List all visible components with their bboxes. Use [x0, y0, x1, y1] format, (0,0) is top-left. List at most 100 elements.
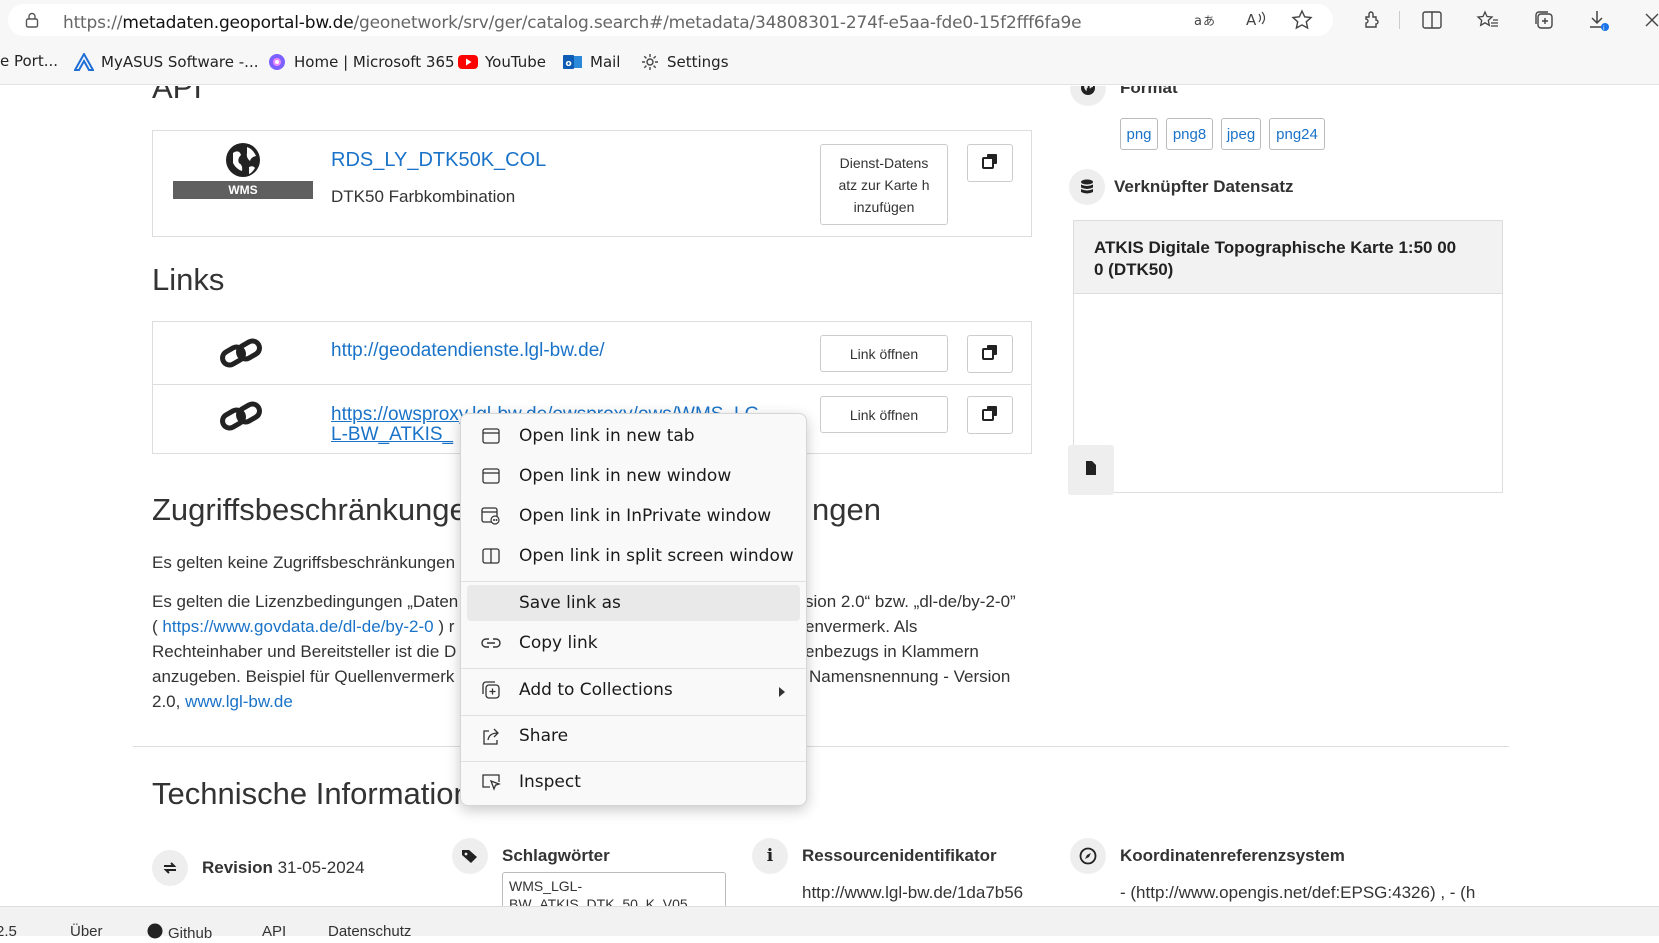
chain-link-icon [219, 336, 263, 375]
favorite-settings[interactable]: Settings [640, 52, 729, 72]
menu-item-label: Inspect [519, 772, 581, 792]
menu-item-inspect[interactable]: Inspect [467, 764, 800, 800]
revision-value: 31-05-2024 [277, 858, 365, 877]
service-title-link[interactable]: RDS_LY_DTK50K_COL [331, 149, 546, 172]
menu-item-add-to-collections[interactable]: Add to Collections [467, 672, 800, 708]
copy-button[interactable] [967, 144, 1013, 182]
github-icon [147, 923, 163, 943]
collections-add-icon [479, 678, 503, 702]
menu-item-label: Add to Collections [519, 680, 673, 700]
page-content: API WMS RDS_LY_DTK50K_COL DTK50 Farbkomb… [0, 86, 1659, 906]
linked-dataset-line: 0 (DTK50) [1094, 260, 1174, 279]
no-access-restrictions-link[interactable]: Es gelten keine Zugriffsbeschränkungen [152, 553, 455, 573]
menu-item-label: Share [519, 726, 569, 746]
link-url[interactable]: http://geodatendienste.lgl-bw.de/ [331, 340, 605, 362]
license-text-line: ( https://www.govdata.de/dl-de/by-2-0 ) … [152, 617, 454, 637]
footer-about-link[interactable]: Über [70, 923, 103, 940]
keyword-line: BW_ATKIS_DTK_50_K_V05 [509, 896, 688, 906]
new-window-icon [479, 464, 503, 488]
license-text-line: envermerk. Als [805, 617, 918, 636]
footer-privacy-link[interactable]: Datenschutz [328, 923, 411, 940]
collections-icon[interactable] [1532, 8, 1556, 32]
favorite-star-icon[interactable] [1290, 8, 1314, 32]
license-text-line: 2.0, www.lgl-bw.de [152, 692, 293, 712]
myasus-icon [74, 52, 94, 72]
svg-text:あ: あ [1203, 14, 1215, 28]
license-text-line: anzugeben. Beispiel für Quellenvermerk [152, 667, 455, 686]
footer-github-link[interactable]: Github [147, 923, 212, 943]
menu-item-open-inprivate[interactable]: Open link in InPrivate window [467, 498, 800, 534]
menu-item-open-new-tab[interactable]: Open link in new tab [467, 418, 800, 454]
linked-dataset-header[interactable]: ATKIS Digitale Topographische Karte 1:50… [1074, 221, 1502, 294]
tag-icon [452, 838, 488, 874]
inprivate-window-icon [479, 504, 503, 528]
footer-api-link[interactable]: API [262, 923, 286, 940]
database-icon [1069, 169, 1105, 205]
menu-separator [461, 668, 806, 669]
url-text[interactable]: https://metadaten.geoportal-bw.de/geonet… [63, 13, 1082, 33]
svg-text:a: a [1194, 14, 1202, 29]
menu-item-open-split-screen[interactable]: Open link in split screen window [467, 538, 800, 574]
format-tag[interactable]: png [1120, 118, 1158, 150]
add-to-map-label-line: inzufügen [853, 198, 915, 215]
service-description: DTK50 Farbkombination [331, 187, 516, 206]
revision-label: Revision 31-05-2024 [202, 858, 365, 878]
add-to-map-button[interactable]: Dienst-Datens atz zur Karte h inzufügen [820, 144, 948, 225]
compass-icon [1070, 838, 1106, 874]
menu-separator [461, 761, 806, 762]
revision-icon [152, 850, 188, 886]
format-title: Format [1120, 86, 1178, 97]
menu-item-copy-link[interactable]: Copy link [467, 625, 800, 661]
menu-item-open-new-window[interactable]: Open link in new window [467, 458, 800, 494]
license-text-line: Namensnennung - Version [809, 667, 1011, 686]
lgl-website-link[interactable]: www.lgl-bw.de [185, 692, 293, 711]
keywords-box: WMS_LGL- BW_ATKIS_DTK_50_K_V05 [502, 872, 726, 906]
text-fragment: ) r [433, 617, 455, 636]
add-to-map-label-line: atz zur Karte h [838, 176, 930, 193]
format-tag[interactable]: png24 [1269, 118, 1325, 150]
translate-icon[interactable]: aあ [1193, 8, 1217, 32]
crs-value[interactable]: - (http://www.opengis.net/def:EPSG:4326)… [1120, 883, 1475, 903]
license-text-line: Rechteinhaber und Bereitsteller ist die … [152, 642, 457, 661]
more-icon[interactable] [1640, 8, 1659, 32]
submenu-arrow-icon [778, 683, 786, 703]
license-text-line: enbezugs in Klammern [805, 642, 979, 661]
constraints-heading-tail: ngen [812, 492, 881, 527]
document-button[interactable] [1068, 445, 1114, 495]
info-lock-icon[interactable] [20, 8, 44, 32]
wms-badge: WMS [228, 183, 258, 197]
toolbar-divider [1399, 11, 1400, 29]
share-icon [479, 724, 503, 748]
favorite-m365[interactable]: Home | Microsoft 365 [267, 52, 455, 72]
downloads-icon[interactable]: i [1587, 8, 1611, 32]
open-link-button[interactable]: Link öffnen [820, 396, 948, 433]
govdata-license-link[interactable]: https://www.govdata.de/dl-de/by-2-0 [162, 617, 433, 636]
copy-link-button[interactable] [967, 335, 1013, 373]
split-screen-icon[interactable] [1420, 8, 1444, 32]
favorite-myasus[interactable]: MyASUS Software -... [74, 52, 258, 72]
crs-label: Koordinatenreferenzsystem [1120, 846, 1345, 865]
keywords-label: Schlagwörter [502, 846, 610, 865]
read-aloud-icon[interactable]: A [1244, 8, 1268, 32]
format-tag[interactable]: png8 [1166, 118, 1213, 150]
format-tag[interactable]: jpeg [1221, 118, 1261, 150]
linked-dataset-title: Verknüpfter Datensatz [1114, 177, 1294, 196]
open-link-button[interactable]: Link öffnen [820, 335, 948, 372]
resource-identifier-link[interactable]: http://www.lgl-bw.de/1da7b56 [802, 883, 1023, 903]
copy-icon [982, 405, 998, 426]
favorite-portal[interactable]: e Port... [0, 52, 58, 70]
menu-item-label: Open link in new tab [519, 426, 695, 446]
address-bar[interactable]: https://metadaten.geoportal-bw.de/geonet… [8, 4, 1333, 36]
favorites-icon[interactable] [1476, 8, 1500, 32]
favorite-mail[interactable]: o Mail [563, 52, 620, 72]
extensions-icon[interactable] [1360, 8, 1384, 32]
split-screen-window-icon [479, 544, 503, 568]
add-to-map-label-line: Dienst-Datens [839, 154, 929, 171]
copy-link-button[interactable] [967, 396, 1013, 434]
menu-item-share[interactable]: Share [467, 718, 800, 754]
browser-toolbar: https://metadaten.geoportal-bw.de/geonet… [0, 0, 1659, 40]
favorite-youtube[interactable]: YouTube [458, 52, 546, 72]
tech-heading: Technische Information [152, 776, 471, 811]
gear-icon [640, 52, 660, 72]
menu-item-save-link-as[interactable]: Save link as [467, 585, 800, 621]
